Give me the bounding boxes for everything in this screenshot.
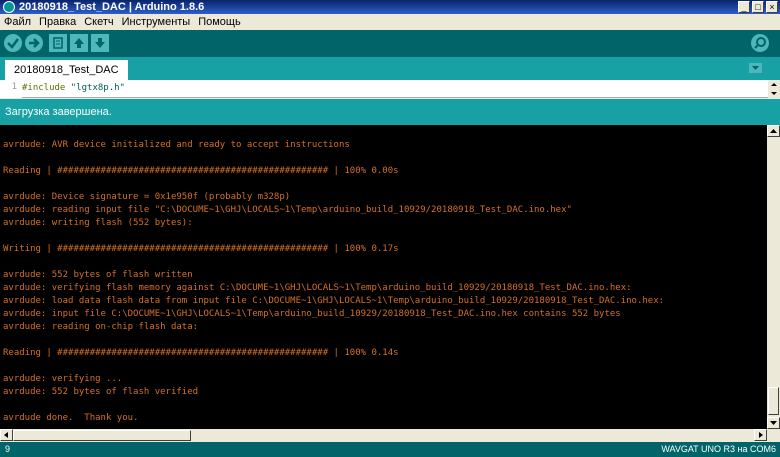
line-gutter: 1: [0, 80, 22, 98]
save-icon: [95, 38, 105, 48]
board-port: WAVGAT UNO R3 на COM6: [661, 444, 776, 454]
console-line: avrdude: verifying ...: [3, 374, 123, 384]
console-line: avrdude: writing flash (552 bytes):: [3, 218, 193, 228]
console-line: Reading | ##############################…: [3, 166, 399, 176]
cursor-line: 9: [5, 444, 11, 454]
arduino-logo-icon: [3, 1, 15, 13]
status-message: Загрузка завершена.: [5, 106, 112, 118]
console-line: Reading | ##############################…: [3, 348, 399, 358]
title-bar: 20180918_Test_DAC | Arduino 1.8.6 _ □ ×: [0, 0, 780, 14]
scroll-right-button[interactable]: [754, 429, 767, 441]
hscroll-thumb[interactable]: [13, 430, 191, 441]
new-button[interactable]: [49, 34, 67, 52]
scroll-up-button[interactable]: [767, 125, 780, 137]
console-horizontal-scrollbar[interactable]: [0, 429, 780, 442]
console-lines: avrdude: AVR device initialized and read…: [3, 139, 763, 425]
code-keyword: #include: [22, 83, 66, 93]
console-line: avrdude: reading on-chip flash data:: [3, 322, 199, 332]
scroll-left-button[interactable]: [0, 429, 13, 441]
save-button[interactable]: [91, 34, 109, 52]
minimize-button[interactable]: _: [738, 1, 750, 13]
open-button[interactable]: [70, 34, 88, 52]
toolbar: [0, 30, 780, 57]
chevron-down-icon: [752, 66, 759, 70]
scroll-thumb[interactable]: [768, 387, 779, 415]
arrow-down-icon: [770, 421, 777, 425]
scroll-down-button[interactable]: [767, 417, 780, 429]
scroll-track[interactable]: [767, 137, 780, 417]
serial-monitor-button[interactable]: [751, 34, 769, 52]
code-string: "lgtx8p.h": [65, 83, 125, 93]
console-line: Writing | ##############################…: [3, 244, 399, 254]
code-editor[interactable]: 1 #include "lgtx8p.h": [0, 80, 780, 98]
close-button[interactable]: ×: [766, 1, 778, 13]
tab-menu-button[interactable]: [749, 63, 762, 73]
code-line[interactable]: #include "lgtx8p.h": [22, 83, 125, 93]
console-line: avrdude: 552 bytes of flash verified: [3, 387, 199, 397]
new-icon: [53, 37, 63, 49]
verify-icon: [7, 38, 19, 49]
footer-status: 9 WAVGAT UNO R3 на COM6: [0, 442, 780, 457]
open-icon: [74, 38, 84, 48]
line-number: 1: [11, 82, 17, 92]
arrow-left-icon: [4, 432, 8, 438]
tabs-bar: 20180918_Test_DAC: [0, 57, 780, 80]
tab-sketch[interactable]: 20180918_Test_DAC: [5, 60, 128, 80]
console-line: avrdude: Device signature = 0x1e950f (pr…: [3, 192, 291, 202]
menu-edit[interactable]: Правка: [35, 14, 80, 30]
console-line: avrdude done. Thank you.: [3, 413, 139, 423]
editor-scrollbar[interactable]: [768, 80, 780, 98]
menu-bar: Файл Правка Скетч Инструменты Помощь: [0, 14, 780, 30]
verify-button[interactable]: [4, 34, 22, 52]
upload-button[interactable]: [25, 34, 43, 52]
console-line: avrdude: verifying flash memory against …: [3, 283, 632, 293]
console-line: avrdude: AVR device initialized and read…: [3, 140, 350, 150]
console-line: avrdude: input file C:\DOCUME~1\GHJ\LOCA…: [3, 309, 621, 319]
menu-help[interactable]: Помощь: [194, 14, 245, 30]
menu-sketch[interactable]: Скетч: [80, 14, 117, 30]
search-icon: [754, 37, 766, 49]
upload-icon: [29, 38, 40, 48]
window-title: 20180918_Test_DAC | Arduino 1.8.6: [19, 1, 205, 13]
menu-file[interactable]: Файл: [0, 14, 35, 30]
arrow-up-icon: [770, 129, 777, 133]
menu-tools[interactable]: Инструменты: [118, 14, 195, 30]
console-line: avrdude: reading input file "C:\DOCUME~1…: [3, 205, 572, 215]
status-bar: Загрузка завершена.: [0, 99, 780, 125]
maximize-button[interactable]: □: [752, 1, 764, 13]
console-output: avrdude: AVR device initialized and read…: [0, 125, 767, 429]
console-vertical-scrollbar[interactable]: [767, 125, 780, 429]
console-line: avrdude: load data flash data from input…: [3, 296, 665, 306]
scroll-arrows-icon: [771, 83, 777, 95]
console-line: avrdude: 552 bytes of flash written: [3, 270, 193, 280]
arrow-right-icon: [759, 432, 763, 438]
